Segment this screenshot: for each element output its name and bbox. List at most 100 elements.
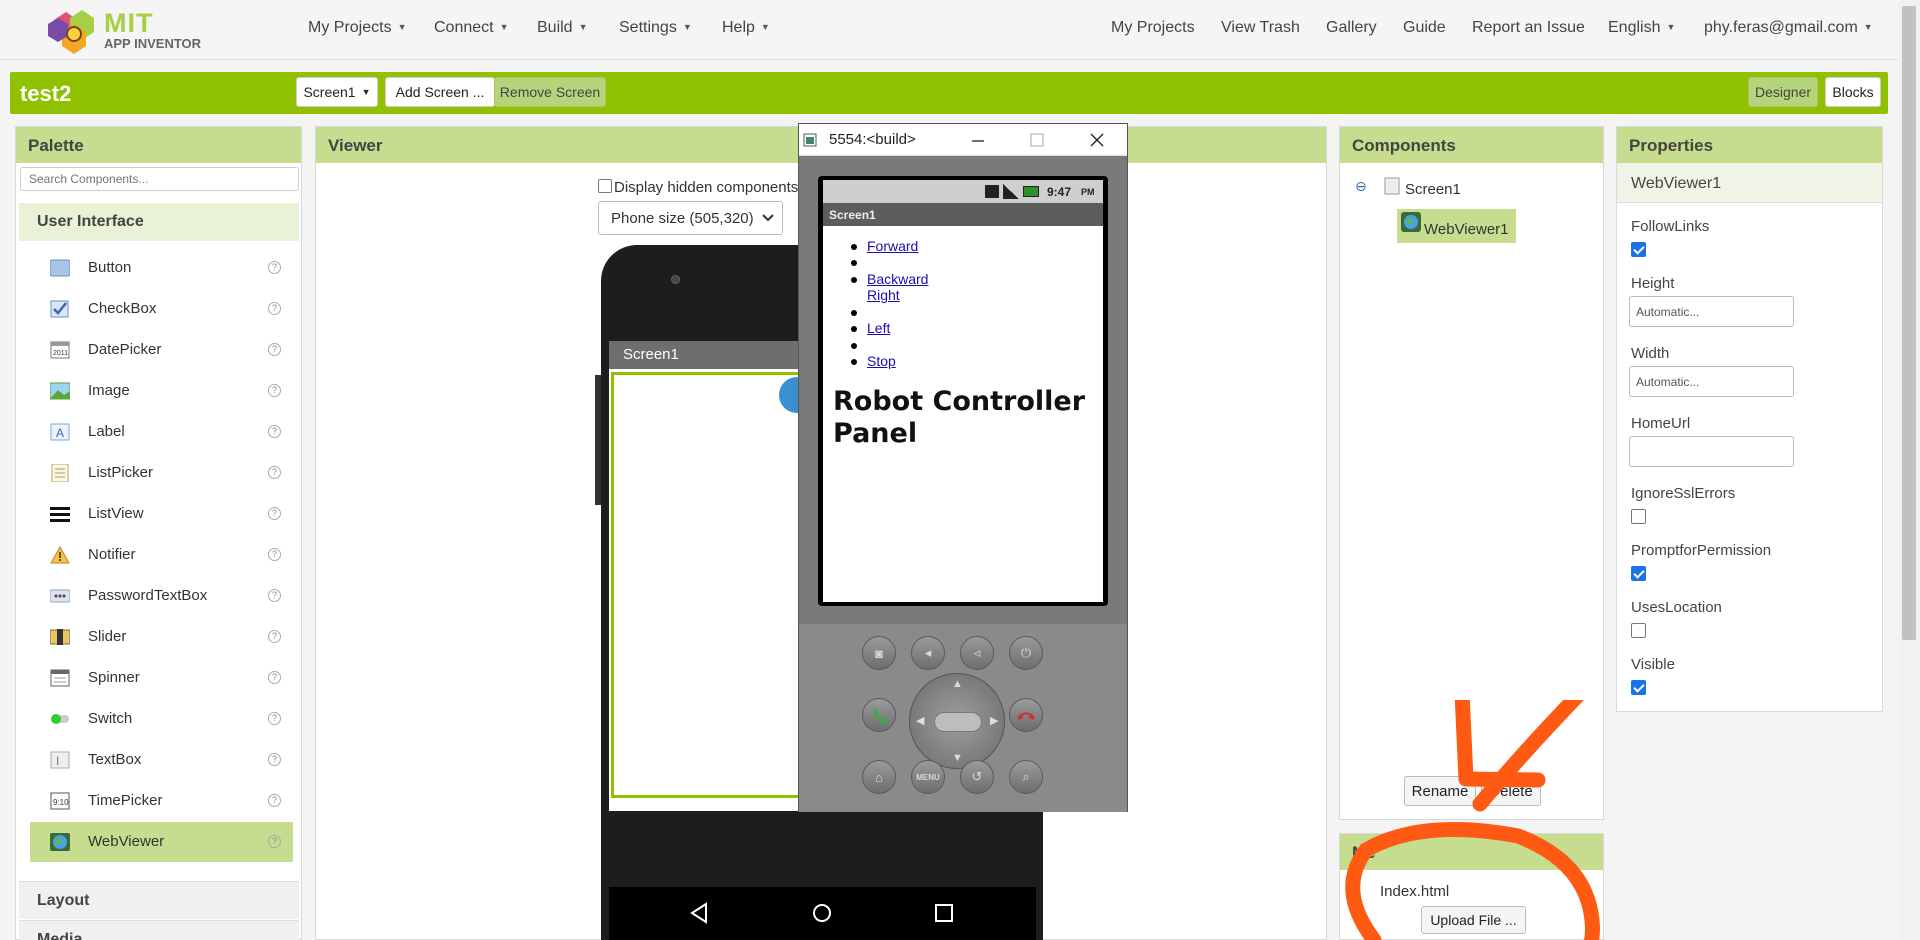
volume-down-icon[interactable]: ◂ bbox=[911, 636, 945, 670]
palette-item-datepicker[interactable]: 2011 DatePicker ? bbox=[30, 330, 293, 370]
menu-connect[interactable]: Connect ▼ bbox=[434, 19, 509, 37]
homeurl-input[interactable] bbox=[1629, 436, 1794, 467]
dpad-down-icon[interactable]: ▼ bbox=[952, 752, 963, 764]
link-right[interactable]: Right bbox=[867, 287, 900, 303]
help-icon[interactable]: ? bbox=[268, 261, 281, 274]
menu-build[interactable]: Build ▼ bbox=[537, 19, 588, 37]
app-inventor-logo[interactable]: MIT APP INVENTOR bbox=[44, 4, 204, 54]
link-report-issue[interactable]: Report an Issue bbox=[1472, 19, 1585, 37]
maximize-icon[interactable] bbox=[1030, 133, 1044, 147]
call-icon[interactable] bbox=[862, 698, 896, 732]
media-file-item[interactable]: Index.html bbox=[1380, 883, 1449, 900]
search-components-input[interactable] bbox=[20, 167, 299, 191]
palette-item-image[interactable]: Image ? bbox=[30, 371, 293, 411]
link-backward[interactable]: Backward bbox=[867, 271, 928, 287]
screen-select-button[interactable]: Screen1 ▼ bbox=[296, 77, 378, 107]
dpad-right-icon[interactable]: ▶ bbox=[990, 714, 998, 727]
height-input[interactable]: Automatic... bbox=[1629, 296, 1794, 327]
delete-button[interactable]: Delete bbox=[1481, 776, 1541, 806]
home-button-icon[interactable]: ⌂ bbox=[862, 760, 896, 794]
menu-my-projects[interactable]: My Projects ▼ bbox=[308, 19, 407, 37]
display-hidden-checkbox[interactable] bbox=[598, 179, 612, 193]
help-icon[interactable]: ? bbox=[268, 425, 281, 438]
help-icon[interactable]: ? bbox=[268, 302, 281, 315]
dpad-left-icon[interactable]: ◀ bbox=[916, 714, 924, 727]
tree-item-screen1[interactable]: Screen1 bbox=[1405, 181, 1461, 198]
link-forward[interactable]: Forward bbox=[867, 238, 918, 254]
power-icon[interactable]: ⏻ bbox=[1009, 636, 1043, 670]
palette-item-switch[interactable]: Switch ? bbox=[30, 699, 293, 739]
palette-item-listpicker[interactable]: ListPicker ? bbox=[30, 453, 293, 493]
help-icon[interactable]: ? bbox=[268, 343, 281, 356]
menu-settings[interactable]: Settings ▼ bbox=[619, 19, 692, 37]
add-screen-button[interactable]: Add Screen ... bbox=[385, 77, 495, 107]
category-layout[interactable]: Layout bbox=[19, 881, 299, 919]
palette-item-spinner[interactable]: Spinner ? bbox=[30, 658, 293, 698]
help-icon[interactable]: ? bbox=[268, 712, 281, 725]
palette-item-label: ListView bbox=[88, 505, 144, 522]
volume-up-icon[interactable]: ◃ bbox=[960, 636, 994, 670]
help-icon[interactable]: ? bbox=[268, 507, 281, 520]
phone-size-select[interactable]: Phone size (505,320) bbox=[598, 201, 783, 235]
list-bullet bbox=[851, 359, 857, 365]
palette-item-timepicker[interactable]: 9:10 TimePicker ? bbox=[30, 781, 293, 821]
emulator-titlebar[interactable]: 5554:<build> bbox=[799, 124, 1127, 156]
dpad[interactable]: ▲ ▼ ◀ ▶ bbox=[909, 673, 1005, 769]
language-menu[interactable]: English ▼ bbox=[1608, 19, 1675, 37]
help-icon[interactable]: ? bbox=[268, 589, 281, 602]
camera-button-icon[interactable]: ◙ bbox=[862, 636, 896, 670]
back-button-icon[interactable]: ↺ bbox=[960, 760, 994, 794]
useslocation-checkbox[interactable] bbox=[1631, 623, 1646, 638]
page-scrollbar[interactable] bbox=[1898, 0, 1920, 940]
link-my-projects[interactable]: My Projects bbox=[1111, 19, 1195, 37]
followlinks-checkbox[interactable] bbox=[1631, 242, 1646, 257]
link-guide[interactable]: Guide bbox=[1403, 19, 1446, 37]
palette-item-slider[interactable]: Slider ? bbox=[30, 617, 293, 657]
help-icon[interactable]: ? bbox=[268, 548, 281, 561]
help-icon[interactable]: ? bbox=[268, 384, 281, 397]
palette-item-notifier[interactable]: Notifier ? bbox=[30, 535, 293, 575]
width-input[interactable]: Automatic... bbox=[1629, 366, 1794, 397]
upload-file-button[interactable]: Upload File ... bbox=[1421, 906, 1526, 934]
help-icon[interactable]: ? bbox=[268, 466, 281, 479]
emulator-webview[interactable]: Forward Backward Right Left Stop Robot C… bbox=[823, 226, 1103, 602]
palette-item-button[interactable]: Button ? bbox=[30, 248, 293, 288]
dpad-up-icon[interactable]: ▲ bbox=[952, 678, 963, 690]
tree-item-webviewer1[interactable]: WebViewer1 bbox=[1397, 209, 1516, 243]
close-icon[interactable] bbox=[1090, 133, 1104, 147]
palette-item-label[interactable]: A Label ? bbox=[30, 412, 293, 452]
link-view-trash[interactable]: View Trash bbox=[1221, 19, 1300, 37]
end-call-icon[interactable] bbox=[1009, 698, 1043, 732]
visible-checkbox[interactable] bbox=[1631, 680, 1646, 695]
rename-button[interactable]: Rename bbox=[1404, 776, 1476, 806]
search-button-icon[interactable]: ⌕ bbox=[1009, 760, 1043, 794]
help-icon[interactable]: ? bbox=[268, 671, 281, 684]
help-icon[interactable]: ? bbox=[268, 753, 281, 766]
designer-button[interactable]: Designer bbox=[1748, 77, 1818, 107]
category-user-interface[interactable]: User Interface bbox=[19, 203, 299, 241]
minimize-icon[interactable] bbox=[971, 133, 985, 147]
palette-item-passwordtextbox[interactable]: PasswordTextBox ? bbox=[30, 576, 293, 616]
menu-help[interactable]: Help ▼ bbox=[722, 19, 770, 37]
palette-item-webviewer[interactable]: WebViewer ? bbox=[30, 822, 293, 862]
palette-item-textbox[interactable]: I TextBox ? bbox=[30, 740, 293, 780]
promptforpermission-checkbox[interactable] bbox=[1631, 566, 1646, 581]
palette-item-checkbox[interactable]: CheckBox ? bbox=[30, 289, 293, 329]
collapse-icon[interactable]: ⊖ bbox=[1355, 178, 1367, 195]
scrollbar-thumb[interactable] bbox=[1902, 6, 1916, 640]
palette-item-listview[interactable]: ListView ? bbox=[30, 494, 293, 534]
link-left[interactable]: Left bbox=[867, 320, 890, 336]
help-icon[interactable]: ? bbox=[268, 630, 281, 643]
help-icon[interactable]: ? bbox=[268, 794, 281, 807]
link-stop[interactable]: Stop bbox=[867, 353, 896, 369]
dpad-center-button[interactable] bbox=[934, 712, 982, 732]
blocks-button[interactable]: Blocks bbox=[1825, 77, 1881, 107]
emulator-window[interactable]: 5554:<build> 9:47 PM Screen1 Forward Bac… bbox=[798, 123, 1128, 812]
category-media[interactable]: Media bbox=[19, 920, 299, 940]
ignoresslerrors-checkbox[interactable] bbox=[1631, 509, 1646, 524]
remove-screen-button[interactable]: Remove Screen bbox=[494, 77, 606, 107]
menu-button[interactable]: MENU bbox=[911, 760, 945, 794]
account-menu[interactable]: phy.feras@gmail.com ▼ bbox=[1704, 19, 1873, 37]
link-gallery[interactable]: Gallery bbox=[1326, 19, 1377, 37]
help-icon[interactable]: ? bbox=[268, 835, 281, 848]
